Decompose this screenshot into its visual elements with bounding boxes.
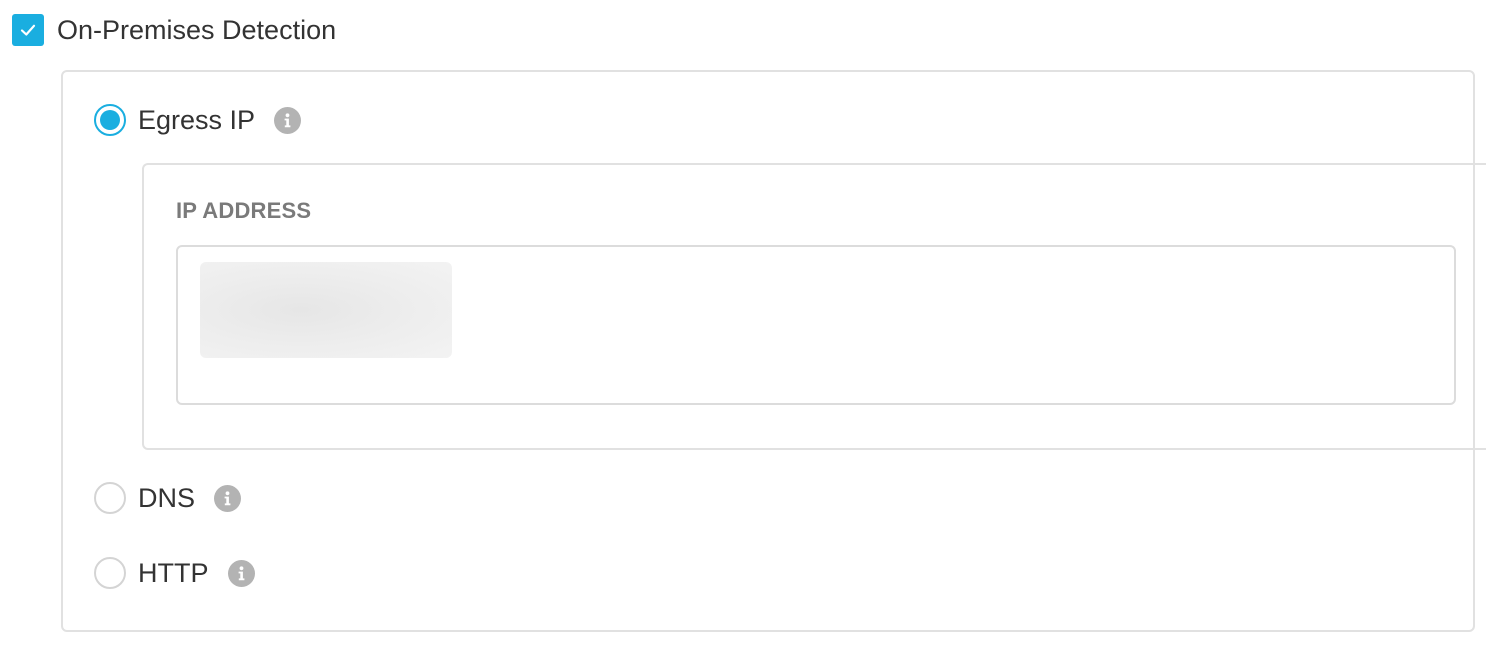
egress-ip-radio[interactable] (94, 104, 126, 136)
on-premises-detection-label: On-Premises Detection (57, 15, 337, 45)
redacted-ip-value (200, 262, 452, 358)
on-premises-detection-toggle[interactable]: On-Premises Detection (12, 14, 336, 46)
dns-label: DNS (138, 483, 196, 513)
info-icon[interactable] (227, 559, 255, 587)
egress-ip-label: Egress IP (138, 105, 256, 135)
http-radio[interactable] (94, 557, 126, 589)
http-label: HTTP (138, 558, 209, 588)
radio-option-dns[interactable]: DNS (94, 482, 242, 514)
info-icon[interactable] (214, 484, 242, 512)
radio-selected-dot (100, 110, 120, 130)
checkmark-icon (20, 24, 36, 36)
info-icon[interactable] (274, 106, 302, 134)
dns-radio[interactable] (94, 482, 126, 514)
on-premises-detection-settings: On-Premises Detection Egress IP IP ADDRE… (0, 0, 1486, 646)
radio-option-egress-ip[interactable]: Egress IP (94, 104, 302, 136)
radio-option-http[interactable]: HTTP (94, 557, 255, 589)
on-premises-detection-checkbox[interactable] (12, 14, 44, 46)
ip-address-label: IP ADDRESS (176, 198, 312, 223)
